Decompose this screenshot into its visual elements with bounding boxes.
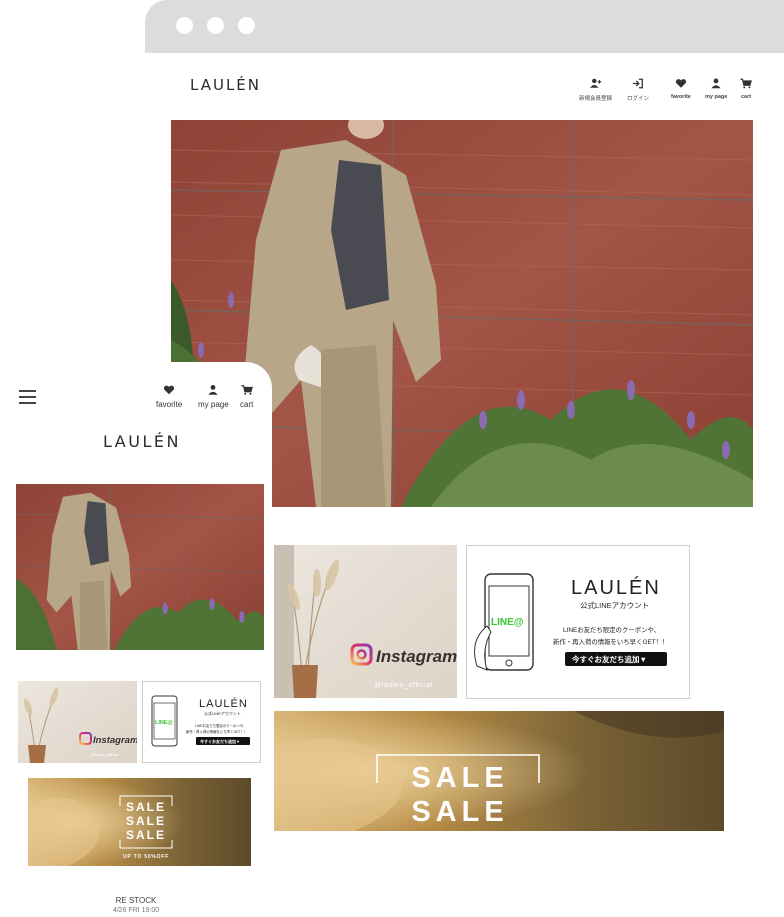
line-text-1: LINEお友だち限定のクーポンや、 — [563, 625, 660, 634]
mobile-instagram-banner[interactable]: Instagram @laulen_official — [18, 681, 137, 763]
sale-word: SALE — [411, 762, 508, 794]
sale-word: SALE — [411, 796, 508, 828]
mobile-nav-cart-label: cart — [240, 400, 254, 409]
user-plus-icon — [589, 78, 601, 88]
line-text-2: 新作・再入荷の情報をいち早くGET！！ — [553, 637, 668, 646]
nav-register-label: 新規会員登録 — [579, 96, 613, 102]
mobile-nav-mypage[interactable]: my page — [198, 384, 229, 409]
cart-icon — [241, 385, 253, 395]
instagram-banner[interactable]: Instagram @laulen_official — [274, 545, 457, 698]
browser-title-bar — [145, 0, 784, 53]
mobile-line-add-button: 今すぐお友だち追加▼ — [199, 738, 240, 744]
cart-icon — [740, 78, 752, 89]
line-brand: LAULÉN — [571, 576, 661, 599]
window-dot[interactable] — [207, 17, 224, 34]
mobile-instagram-label: Instagram — [93, 735, 137, 746]
restock-title: RE STOCK — [115, 896, 157, 905]
mobile-instagram-handle: @laulen_official — [90, 752, 118, 757]
mobile-line-banner[interactable]: LINE@ LAULÉN 公式LINEアカウント LINEお友だち限定のクーポン… — [142, 681, 261, 763]
mobile-sale-offer: UP TO 50%OFF — [123, 854, 169, 860]
login-icon — [632, 78, 643, 89]
mobile-sale-word: SALE — [126, 814, 166, 828]
window-dot[interactable] — [238, 17, 255, 34]
site-logo[interactable]: LAULÉN — [190, 76, 261, 94]
nav-register[interactable]: 新規会員登録 — [579, 78, 612, 102]
line-badge: LINE@ — [491, 617, 524, 628]
user-icon — [208, 385, 219, 395]
mobile-nav-favorite-label: favorite — [156, 400, 183, 409]
mobile-line-account: 公式LINEアカウント — [204, 710, 241, 716]
nav-cart[interactable]: cart — [740, 78, 752, 100]
window-dot[interactable] — [176, 17, 193, 34]
mobile-line-brand: LAULÉN — [199, 697, 248, 710]
mobile-sale-word: SALE — [126, 828, 166, 842]
heart-icon — [675, 79, 686, 88]
mobile-line-text-2: 新作・再入荷の情報をいち早くGET！！ — [186, 729, 247, 734]
restock-date: 4/26 FRI 19:00 — [112, 907, 160, 914]
instagram-handle: @laulen_official — [374, 682, 433, 689]
sale-banner[interactable]: SALE SALE — [274, 711, 724, 831]
line-add-button: 今すぐお友だち追加▼ — [571, 654, 647, 664]
nav-mypage-label: my page — [705, 94, 728, 100]
mobile-mockup: favorite my page cart LAULÉN Instagram @… — [0, 362, 272, 917]
nav-favorite[interactable]: favorite — [671, 78, 691, 100]
instagram-label: Instagram — [376, 647, 457, 666]
nav-cart-label: cart — [740, 94, 752, 100]
menu-icon[interactable] — [19, 390, 36, 404]
line-account: 公式LINEアカウント — [580, 600, 649, 610]
nav-mypage[interactable]: my page — [705, 78, 727, 100]
mobile-sale-banner[interactable]: SALE SALE SALE UP TO 50%OFF — [28, 778, 251, 866]
mobile-nav-mypage-label: my page — [198, 400, 229, 409]
nav-login-label: ログイン — [627, 96, 650, 102]
mobile-hero-image[interactable] — [16, 484, 264, 650]
mobile-site-logo[interactable]: LAULÉN — [103, 432, 181, 451]
mobile-nav-cart[interactable]: cart — [240, 384, 253, 409]
heart-icon — [164, 385, 175, 395]
mobile-sale-word: SALE — [126, 800, 166, 814]
nav-login[interactable]: ログイン — [627, 78, 649, 102]
nav-favorite-label: favorite — [671, 94, 691, 100]
mobile-line-badge: LINE@ — [155, 720, 174, 726]
mobile-line-text-1: LINEお友だち限定のクーポンや、 — [195, 723, 247, 728]
mobile-nav-favorite[interactable]: favorite — [156, 384, 182, 409]
line-banner[interactable]: LINE@ LAULÉN 公式LINEアカウント LINEお友だち限定のクーポン… — [466, 545, 690, 699]
user-icon — [711, 78, 721, 89]
